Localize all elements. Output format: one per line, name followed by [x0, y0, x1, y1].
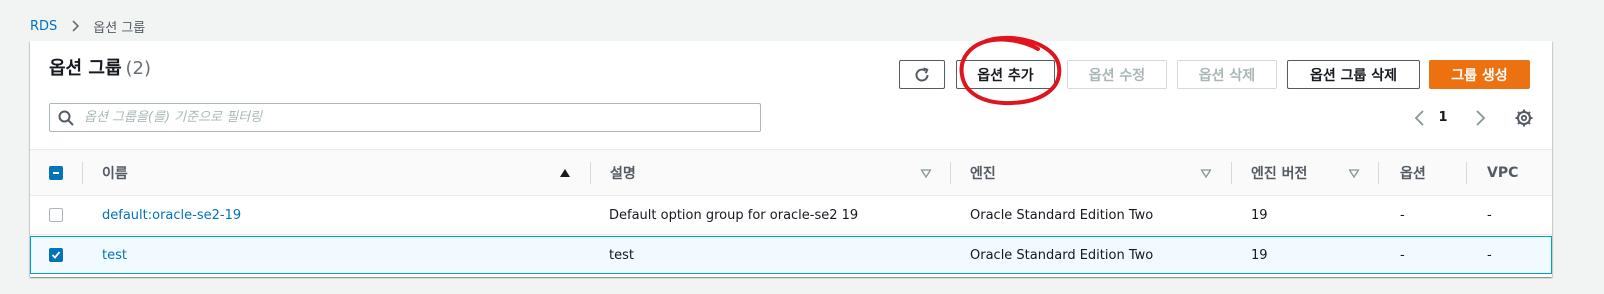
- column-divider: [1378, 162, 1379, 184]
- column-header-vpc[interactable]: VPC: [1487, 150, 1518, 196]
- table-row[interactable]: default:oracle-se2-19 Default option gro…: [30, 197, 1552, 235]
- column-header-options[interactable]: 옵션: [1400, 150, 1426, 196]
- options-cell: -: [1400, 248, 1405, 263]
- engine-cell: Oracle Standard Edition Two: [970, 208, 1154, 223]
- page-title-text: 옵션 그룹: [49, 58, 122, 79]
- gear-icon[interactable]: [1515, 109, 1533, 127]
- table-row-selected[interactable]: test test Oracle Standard Edition Two 19…: [30, 236, 1552, 274]
- description-cell: Default option group for oracle-se2 19: [609, 208, 859, 223]
- option-group-name-link[interactable]: default:oracle-se2-19: [102, 197, 241, 234]
- column-divider: [1231, 162, 1232, 184]
- search-icon: [58, 110, 74, 126]
- sort-icon[interactable]: [1200, 167, 1212, 179]
- delete-option-button[interactable]: 옵션 삭제: [1177, 60, 1277, 89]
- column-divider: [82, 162, 83, 184]
- filter-search-box[interactable]: [49, 103, 761, 132]
- filter-search-input[interactable]: [84, 110, 744, 125]
- description-cell: test: [609, 248, 634, 263]
- current-page-number[interactable]: 1: [1435, 110, 1451, 125]
- select-all-checkbox[interactable]: [49, 166, 63, 180]
- column-divider: [1466, 162, 1467, 184]
- column-header-engine[interactable]: 엔진: [970, 150, 996, 196]
- column-divider: [950, 162, 951, 184]
- refresh-icon: [915, 67, 929, 81]
- column-header-engine-version[interactable]: 엔진 버전: [1251, 150, 1307, 196]
- sort-icon[interactable]: [920, 167, 932, 179]
- engine-cell: Oracle Standard Edition Two: [970, 248, 1154, 263]
- add-option-button[interactable]: 옵션 추가: [956, 60, 1055, 89]
- column-divider: [590, 162, 591, 184]
- table-header: 이름 설명 엔진 엔진 버전 옵션 VPC: [30, 149, 1552, 196]
- sort-ascending-icon[interactable]: [559, 167, 571, 179]
- column-header-description[interactable]: 설명: [610, 150, 636, 196]
- vpc-cell: -: [1487, 248, 1492, 263]
- row-checkbox[interactable]: [49, 208, 63, 222]
- engine-version-cell: 19: [1251, 248, 1268, 263]
- row-checkbox[interactable]: [49, 248, 63, 262]
- checkmark-icon: [51, 251, 61, 259]
- page-title: 옵션 그룹 (2): [49, 58, 151, 80]
- option-groups-panel: 옵션 그룹 (2) 옵션 추가 옵션 수정 옵션 삭제 옵션 그룹 삭제 그룹 생…: [30, 35, 1552, 277]
- column-header-name[interactable]: 이름: [102, 150, 128, 196]
- item-count: (2): [125, 58, 152, 79]
- delete-option-group-button[interactable]: 옵션 그룹 삭제: [1287, 60, 1420, 89]
- vpc-cell: -: [1487, 208, 1492, 223]
- refresh-button[interactable]: [899, 60, 945, 89]
- modify-option-button[interactable]: 옵션 수정: [1067, 60, 1167, 89]
- breadcrumb-current: 옵션 그룹: [93, 20, 146, 36]
- create-group-button[interactable]: 그룹 생성: [1429, 60, 1530, 89]
- chevron-right-icon: [72, 20, 80, 32]
- breadcrumb: RDS 옵션 그룹: [30, 17, 146, 36]
- options-cell: -: [1400, 208, 1405, 223]
- breadcrumb-rds-link[interactable]: RDS: [30, 19, 57, 34]
- sort-icon[interactable]: [1348, 167, 1360, 179]
- chevron-right-icon[interactable]: [1472, 109, 1488, 127]
- option-group-name-link[interactable]: test: [102, 237, 127, 274]
- chevron-left-icon[interactable]: [1412, 109, 1428, 127]
- engine-version-cell: 19: [1251, 208, 1268, 223]
- checkbox-indeterminate-icon: [53, 172, 59, 174]
